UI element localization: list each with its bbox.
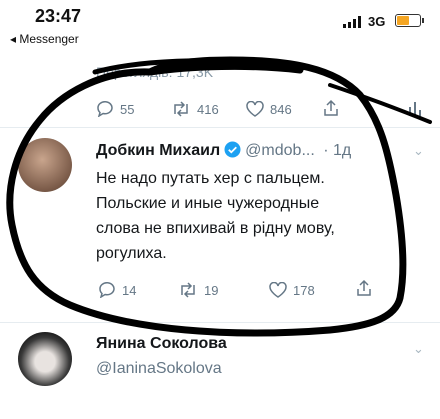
- retweet-icon: [181, 282, 195, 298]
- like-count: 846: [270, 101, 292, 117]
- reply-button[interactable]: 55: [96, 101, 134, 117]
- share-icon: [324, 99, 338, 116]
- retweet-count: 416: [197, 101, 219, 117]
- avatar[interactable]: [18, 332, 72, 386]
- reply-icon: [97, 101, 113, 117]
- battery-icon: [395, 14, 421, 27]
- heart-icon: [246, 101, 264, 117]
- tweet-text-line: слова не впихивай в рідну мову,: [96, 220, 335, 237]
- chevron-down-icon[interactable]: ⌄: [413, 143, 424, 159]
- views-count: Переглядів: 17,3K: [96, 64, 214, 80]
- reply-icon: [99, 282, 115, 298]
- retweet-count: 19: [204, 282, 219, 298]
- like-button[interactable]: 178: [269, 282, 315, 298]
- status-bar: 23:47 ◂ Messenger 3G: [0, 0, 440, 50]
- analytics-icon: [409, 102, 421, 116]
- chevron-down-icon[interactable]: ⌄: [413, 341, 424, 357]
- like-button[interactable]: 846: [246, 101, 292, 117]
- like-count: 178: [293, 282, 315, 298]
- author-handle[interactable]: @mdob...: [245, 142, 315, 159]
- tweet-header: Добкин Михаил @mdob... · 1д: [96, 141, 351, 160]
- share-icon: [357, 279, 371, 296]
- share-button[interactable]: [323, 99, 339, 117]
- status-time: 23:47: [34, 6, 82, 26]
- tweet-text-line: рогулиха.: [96, 245, 167, 262]
- author-handle[interactable]: @IaninaSokolova: [96, 360, 222, 378]
- reply-count: 55: [120, 101, 135, 117]
- tweet-divider: [0, 322, 440, 323]
- retweet-button[interactable]: 416: [171, 101, 219, 117]
- signal-bars-icon: [343, 16, 361, 28]
- avatar[interactable]: [18, 138, 72, 192]
- tweet-divider: [0, 127, 440, 128]
- author-name[interactable]: Янина Соколова: [96, 335, 227, 353]
- heart-icon: [269, 282, 287, 298]
- verified-badge-icon: [224, 141, 241, 158]
- author-name[interactable]: Добкин Михаил: [96, 142, 220, 159]
- network-type: 3G: [368, 14, 386, 29]
- retweet-button[interactable]: 19: [178, 282, 218, 298]
- battery-level: [397, 16, 409, 25]
- tweet-text-line: Польские и иные чужеродные: [96, 195, 320, 212]
- retweet-icon: [174, 101, 188, 117]
- share-button[interactable]: [356, 279, 372, 297]
- battery-cap: [422, 18, 424, 23]
- analytics-button[interactable]: [408, 99, 422, 117]
- back-to-messenger-link[interactable]: ◂ Messenger: [10, 32, 79, 46]
- reply-count: 14: [122, 282, 137, 298]
- tweet-time: · 1д: [323, 142, 352, 159]
- tweet-text: Не надо путать хер с пальцем. Польские и…: [96, 166, 396, 266]
- reply-button[interactable]: 14: [98, 282, 136, 298]
- tweet-text-line: Не надо путать хер с пальцем.: [96, 170, 325, 187]
